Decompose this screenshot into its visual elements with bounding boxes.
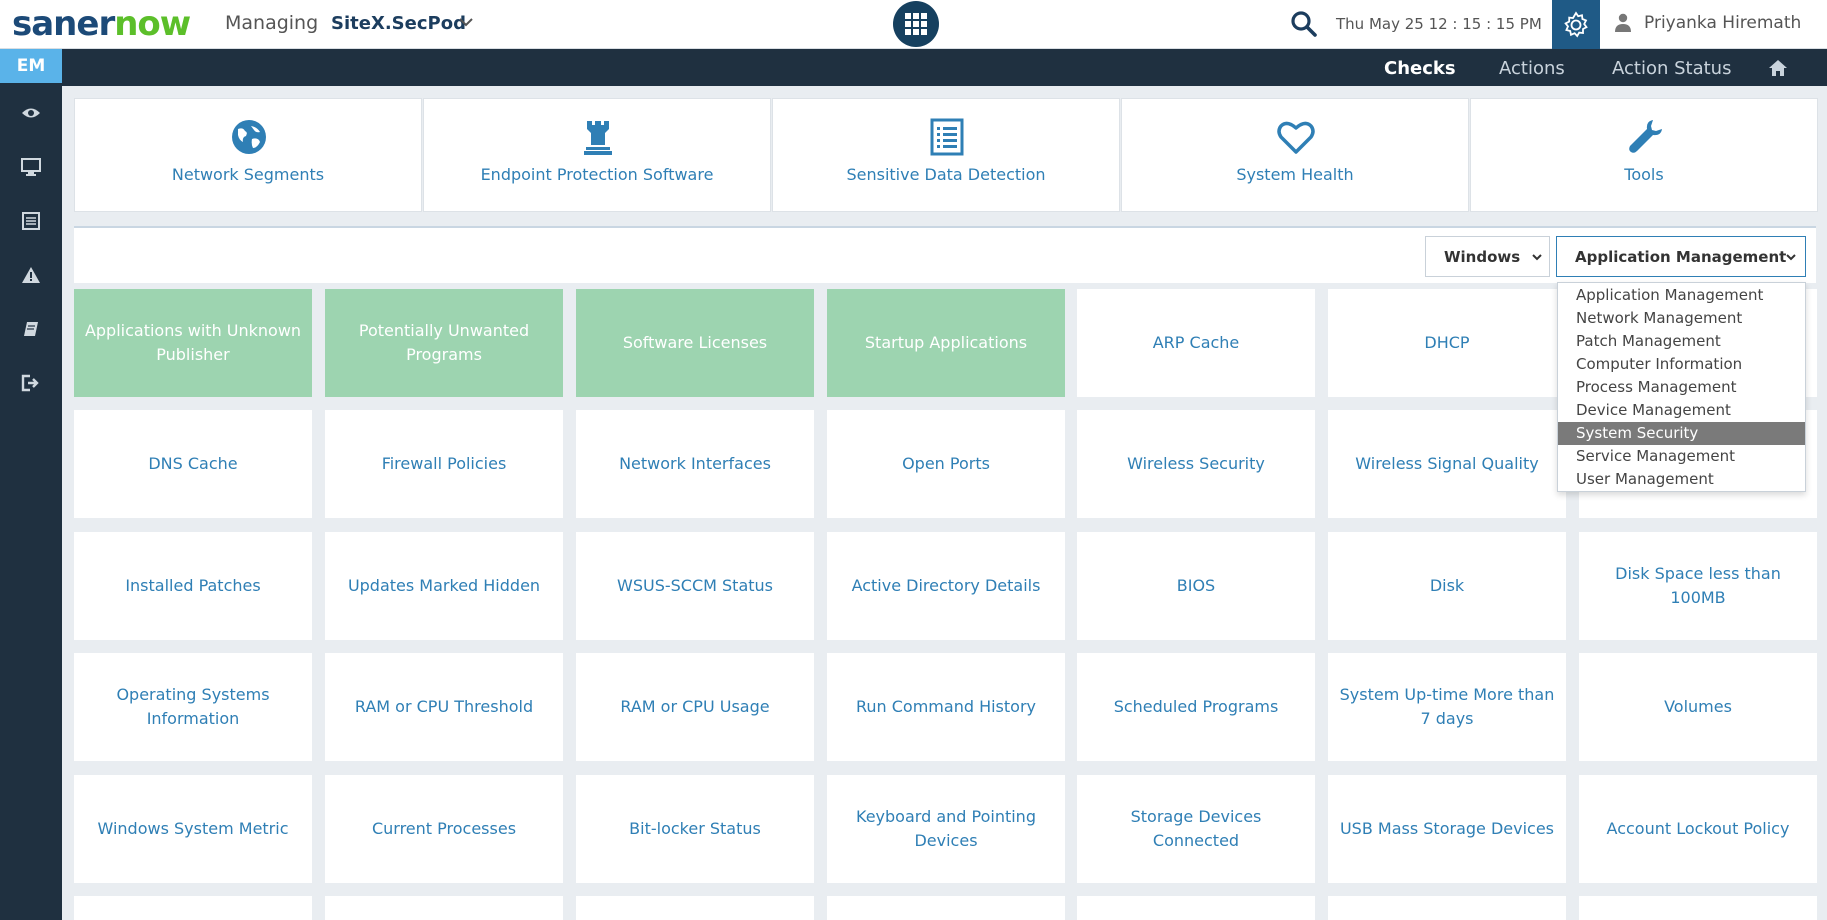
datetime-display: Thu May 25 12 : 15 : 15 PM [1336, 15, 1542, 33]
dropdown-option[interactable]: Network Management [1558, 307, 1805, 330]
check-tile[interactable]: DHCP [1328, 289, 1566, 397]
category-select-value: Application Management [1575, 248, 1787, 266]
search-icon[interactable] [1290, 10, 1318, 38]
category-network-segments[interactable]: Network Segments [74, 98, 422, 212]
user-icon[interactable] [1614, 13, 1632, 33]
category-select[interactable]: Application Management [1556, 236, 1806, 277]
category-label: System Health [1236, 165, 1354, 184]
check-tile[interactable]: Firewall Policies [325, 410, 563, 518]
check-tile[interactable]: Open Ports [827, 410, 1065, 518]
check-tile[interactable]: Disk [1328, 532, 1566, 640]
check-tile[interactable] [1328, 896, 1566, 920]
check-tile[interactable]: Account Lockout Policy [1579, 775, 1817, 883]
filter-bar [74, 226, 1816, 283]
dropdown-option[interactable]: Device Management [1558, 399, 1805, 422]
dropdown-option[interactable]: User Management [1558, 468, 1805, 491]
monitor-icon[interactable] [20, 156, 42, 178]
dropdown-option[interactable]: Computer Information [1558, 353, 1805, 376]
check-tile[interactable]: Run Command History [827, 653, 1065, 761]
document-list-icon [930, 118, 964, 156]
dropdown-option-highlighted[interactable]: System Security [1558, 422, 1805, 445]
check-tile[interactable]: DNS Cache [74, 410, 312, 518]
check-tile[interactable] [576, 896, 814, 920]
dropdown-option[interactable]: Application Management [1558, 284, 1805, 307]
dropdown-option[interactable]: Process Management [1558, 376, 1805, 399]
grid-icon [905, 13, 927, 35]
check-tile[interactable]: Potentially Unwanted Programs [325, 289, 563, 397]
app-launcher-button[interactable] [893, 1, 939, 47]
check-tile[interactable]: Software Licenses [576, 289, 814, 397]
check-tile[interactable] [325, 896, 563, 920]
check-tile[interactable] [1077, 896, 1315, 920]
list-icon[interactable] [20, 210, 42, 232]
main-nav-bar: Checks Actions Action Status [62, 49, 1827, 86]
heart-icon [1277, 121, 1315, 154]
check-tile[interactable]: Bit-locker Status [576, 775, 814, 883]
check-tile[interactable]: Windows System Metric [74, 775, 312, 883]
check-tile[interactable]: Active Directory Details [827, 532, 1065, 640]
site-selector[interactable]: SiteX.SecPod [331, 13, 466, 34]
logout-icon[interactable] [20, 372, 42, 394]
check-tile[interactable]: Wireless Security [1077, 410, 1315, 518]
sanernow-logo[interactable]: sanernow [12, 4, 191, 44]
check-tile[interactable]: System Up-time More than 7 days [1328, 653, 1566, 761]
check-tile[interactable] [74, 896, 312, 920]
managing-label: Managing [225, 12, 319, 34]
check-tile[interactable]: RAM or CPU Threshold [325, 653, 563, 761]
check-tile[interactable]: Startup Applications [827, 289, 1065, 397]
check-tile[interactable]: BIOS [1077, 532, 1315, 640]
wrench-icon [1629, 120, 1662, 153]
check-tile[interactable]: Keyboard and Pointing Devices [827, 775, 1065, 883]
category-label: Sensitive Data Detection [846, 165, 1046, 184]
chevron-down-icon [1532, 254, 1542, 261]
top-header: sanernow Managing SiteX.SecPod Thu May 2… [0, 0, 1827, 49]
chevron-down-icon [1786, 254, 1796, 261]
check-tile[interactable]: Installed Patches [74, 532, 312, 640]
category-system-health[interactable]: System Health [1121, 98, 1469, 212]
category-endpoint-protection[interactable]: Endpoint Protection Software [423, 98, 771, 212]
dropdown-option[interactable]: Patch Management [1558, 330, 1805, 353]
check-tile[interactable]: Applications with Unknown Publisher [74, 289, 312, 397]
check-tile[interactable] [1579, 896, 1817, 920]
warning-icon[interactable] [20, 264, 42, 286]
check-tile[interactable]: WSUS-SCCM Status [576, 532, 814, 640]
os-select[interactable]: Windows [1425, 236, 1550, 277]
nav-checks[interactable]: Checks [1384, 58, 1456, 79]
check-tile[interactable]: Disk Space less than 100MB [1579, 532, 1817, 640]
category-label: Tools [1624, 165, 1664, 184]
check-tile[interactable]: USB Mass Storage Devices [1328, 775, 1566, 883]
check-tile[interactable]: Updates Marked Hidden [325, 532, 563, 640]
category-sensitive-data[interactable]: Sensitive Data Detection [772, 98, 1120, 212]
category-label: Network Segments [171, 165, 325, 184]
user-menu[interactable]: Priyanka Hiremath [1644, 13, 1801, 33]
gear-icon [1564, 10, 1588, 37]
dropdown-option[interactable]: Service Management [1558, 445, 1805, 468]
check-tile[interactable]: ARP Cache [1077, 289, 1315, 397]
settings-button[interactable] [1552, 0, 1600, 49]
check-tile[interactable]: Network Interfaces [576, 410, 814, 518]
check-tile[interactable]: Volumes [1579, 653, 1817, 761]
left-sidebar: EM [0, 49, 62, 920]
os-select-value: Windows [1444, 248, 1521, 266]
check-tile[interactable]: Scheduled Programs [1077, 653, 1315, 761]
category-dropdown-list: Application Management Network Managemen… [1557, 282, 1806, 492]
book-icon[interactable] [20, 318, 42, 340]
chevron-down-icon[interactable] [457, 13, 475, 31]
nav-actions[interactable]: Actions [1499, 58, 1565, 79]
category-tools[interactable]: Tools [1470, 98, 1818, 212]
nav-action-status[interactable]: Action Status [1612, 58, 1731, 79]
castle-icon [584, 121, 612, 155]
home-icon[interactable] [1768, 58, 1788, 78]
check-tile[interactable] [827, 896, 1065, 920]
check-tile[interactable]: Storage Devices Connected [1077, 775, 1315, 883]
globe-icon [232, 120, 266, 154]
category-label: Endpoint Protection Software [480, 165, 714, 184]
check-tile[interactable]: Current Processes [325, 775, 563, 883]
em-badge[interactable]: EM [0, 49, 62, 83]
check-tile[interactable]: Wireless Signal Quality [1328, 410, 1566, 518]
check-tile[interactable]: Operating Systems Information [74, 653, 312, 761]
eye-icon[interactable] [20, 102, 42, 124]
check-tile[interactable]: RAM or CPU Usage [576, 653, 814, 761]
